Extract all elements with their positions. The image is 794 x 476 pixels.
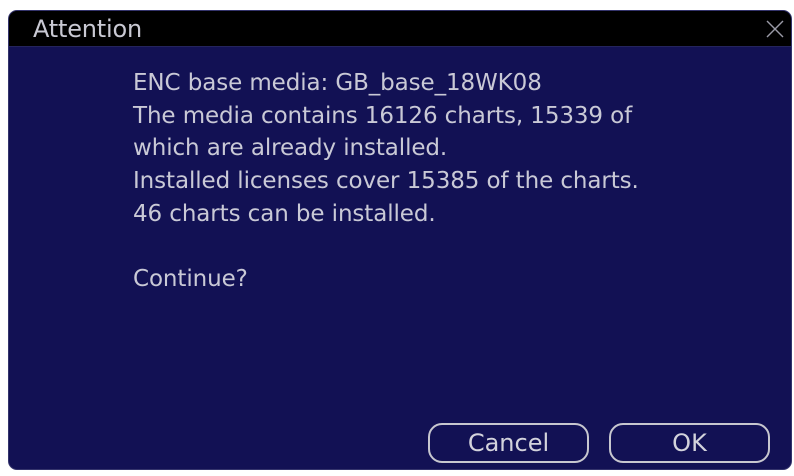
- close-icon[interactable]: [765, 19, 785, 39]
- attention-dialog: Attention ENC base media: GB_base_18WK08…: [8, 10, 792, 470]
- dialog-title: Attention: [33, 15, 142, 43]
- dialog-titlebar: Attention: [9, 11, 791, 47]
- message-question: Continue?: [133, 266, 248, 293]
- message-line-installable: 46 charts can be installed.: [133, 200, 436, 227]
- message-line-chart-count: The media contains 16126 charts, 15339 o…: [133, 102, 633, 129]
- close-icon-glyph: [766, 20, 784, 38]
- message-line-licenses: Installed licenses cover 15385 of the ch…: [133, 168, 639, 195]
- message-line-media: ENC base media: GB_base_18WK08: [133, 70, 542, 96]
- message-line-installed: which are already installed.: [133, 135, 448, 162]
- cancel-button[interactable]: Cancel: [428, 423, 589, 463]
- ok-button[interactable]: OK: [609, 423, 770, 463]
- dialog-message: ENC base media: GB_base_18WK08 The media…: [133, 67, 773, 296]
